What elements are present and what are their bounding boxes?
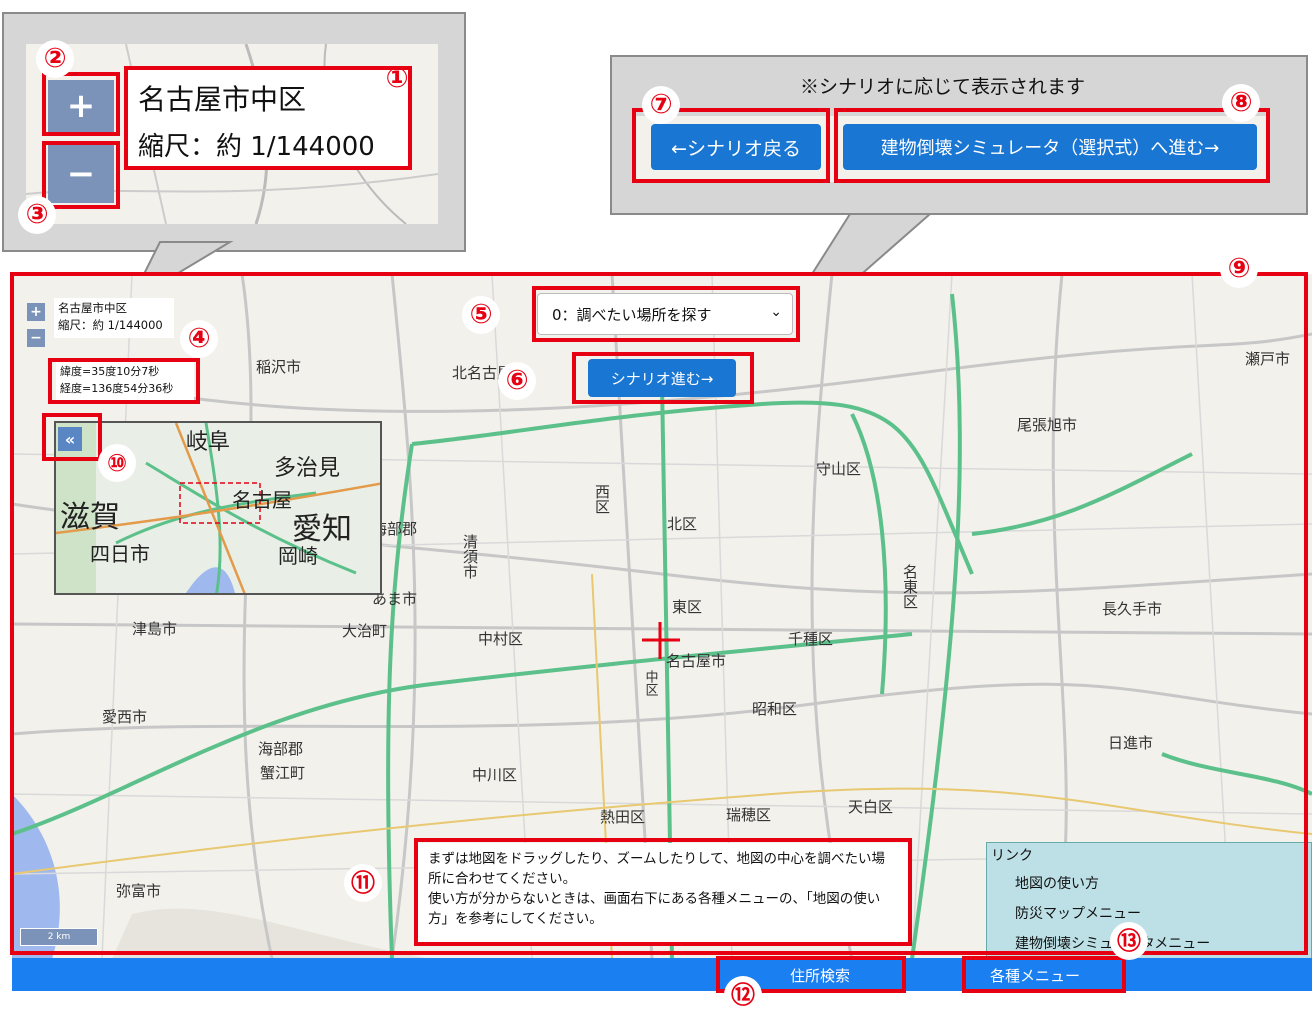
callout-number-6: ⑥: [498, 362, 536, 400]
callout-number-8: ⑧: [1222, 84, 1260, 122]
callout-number-3: ③: [18, 196, 56, 234]
highlight-6: [572, 352, 754, 404]
highlight-3: [42, 141, 120, 209]
highlight-11: [414, 838, 912, 946]
highlight-2: [42, 72, 120, 136]
highlight-5: [532, 286, 800, 342]
highlight-4: [48, 358, 200, 404]
callout-number-1: ①: [385, 63, 409, 94]
callout-number-10: ⑩: [98, 444, 136, 482]
highlight-8: [834, 108, 1270, 183]
callout-number-7: ⑦: [642, 86, 680, 124]
callout-number-13: ⑬: [1110, 922, 1148, 960]
callout-number-9: ⑨: [1220, 250, 1258, 288]
callout-number-4: ④: [180, 320, 218, 358]
callout-number-11: ⑪: [344, 864, 382, 902]
scenario-note: ※シナリオに応じて表示されます: [800, 76, 1086, 98]
callout-number-12: ⑫: [724, 976, 762, 1014]
highlight-1: [124, 66, 412, 170]
callout-number-5: ⑤: [462, 296, 500, 334]
highlight-13: [962, 956, 1126, 993]
highlight-10: [42, 413, 102, 461]
callout-number-2: ②: [36, 40, 74, 78]
